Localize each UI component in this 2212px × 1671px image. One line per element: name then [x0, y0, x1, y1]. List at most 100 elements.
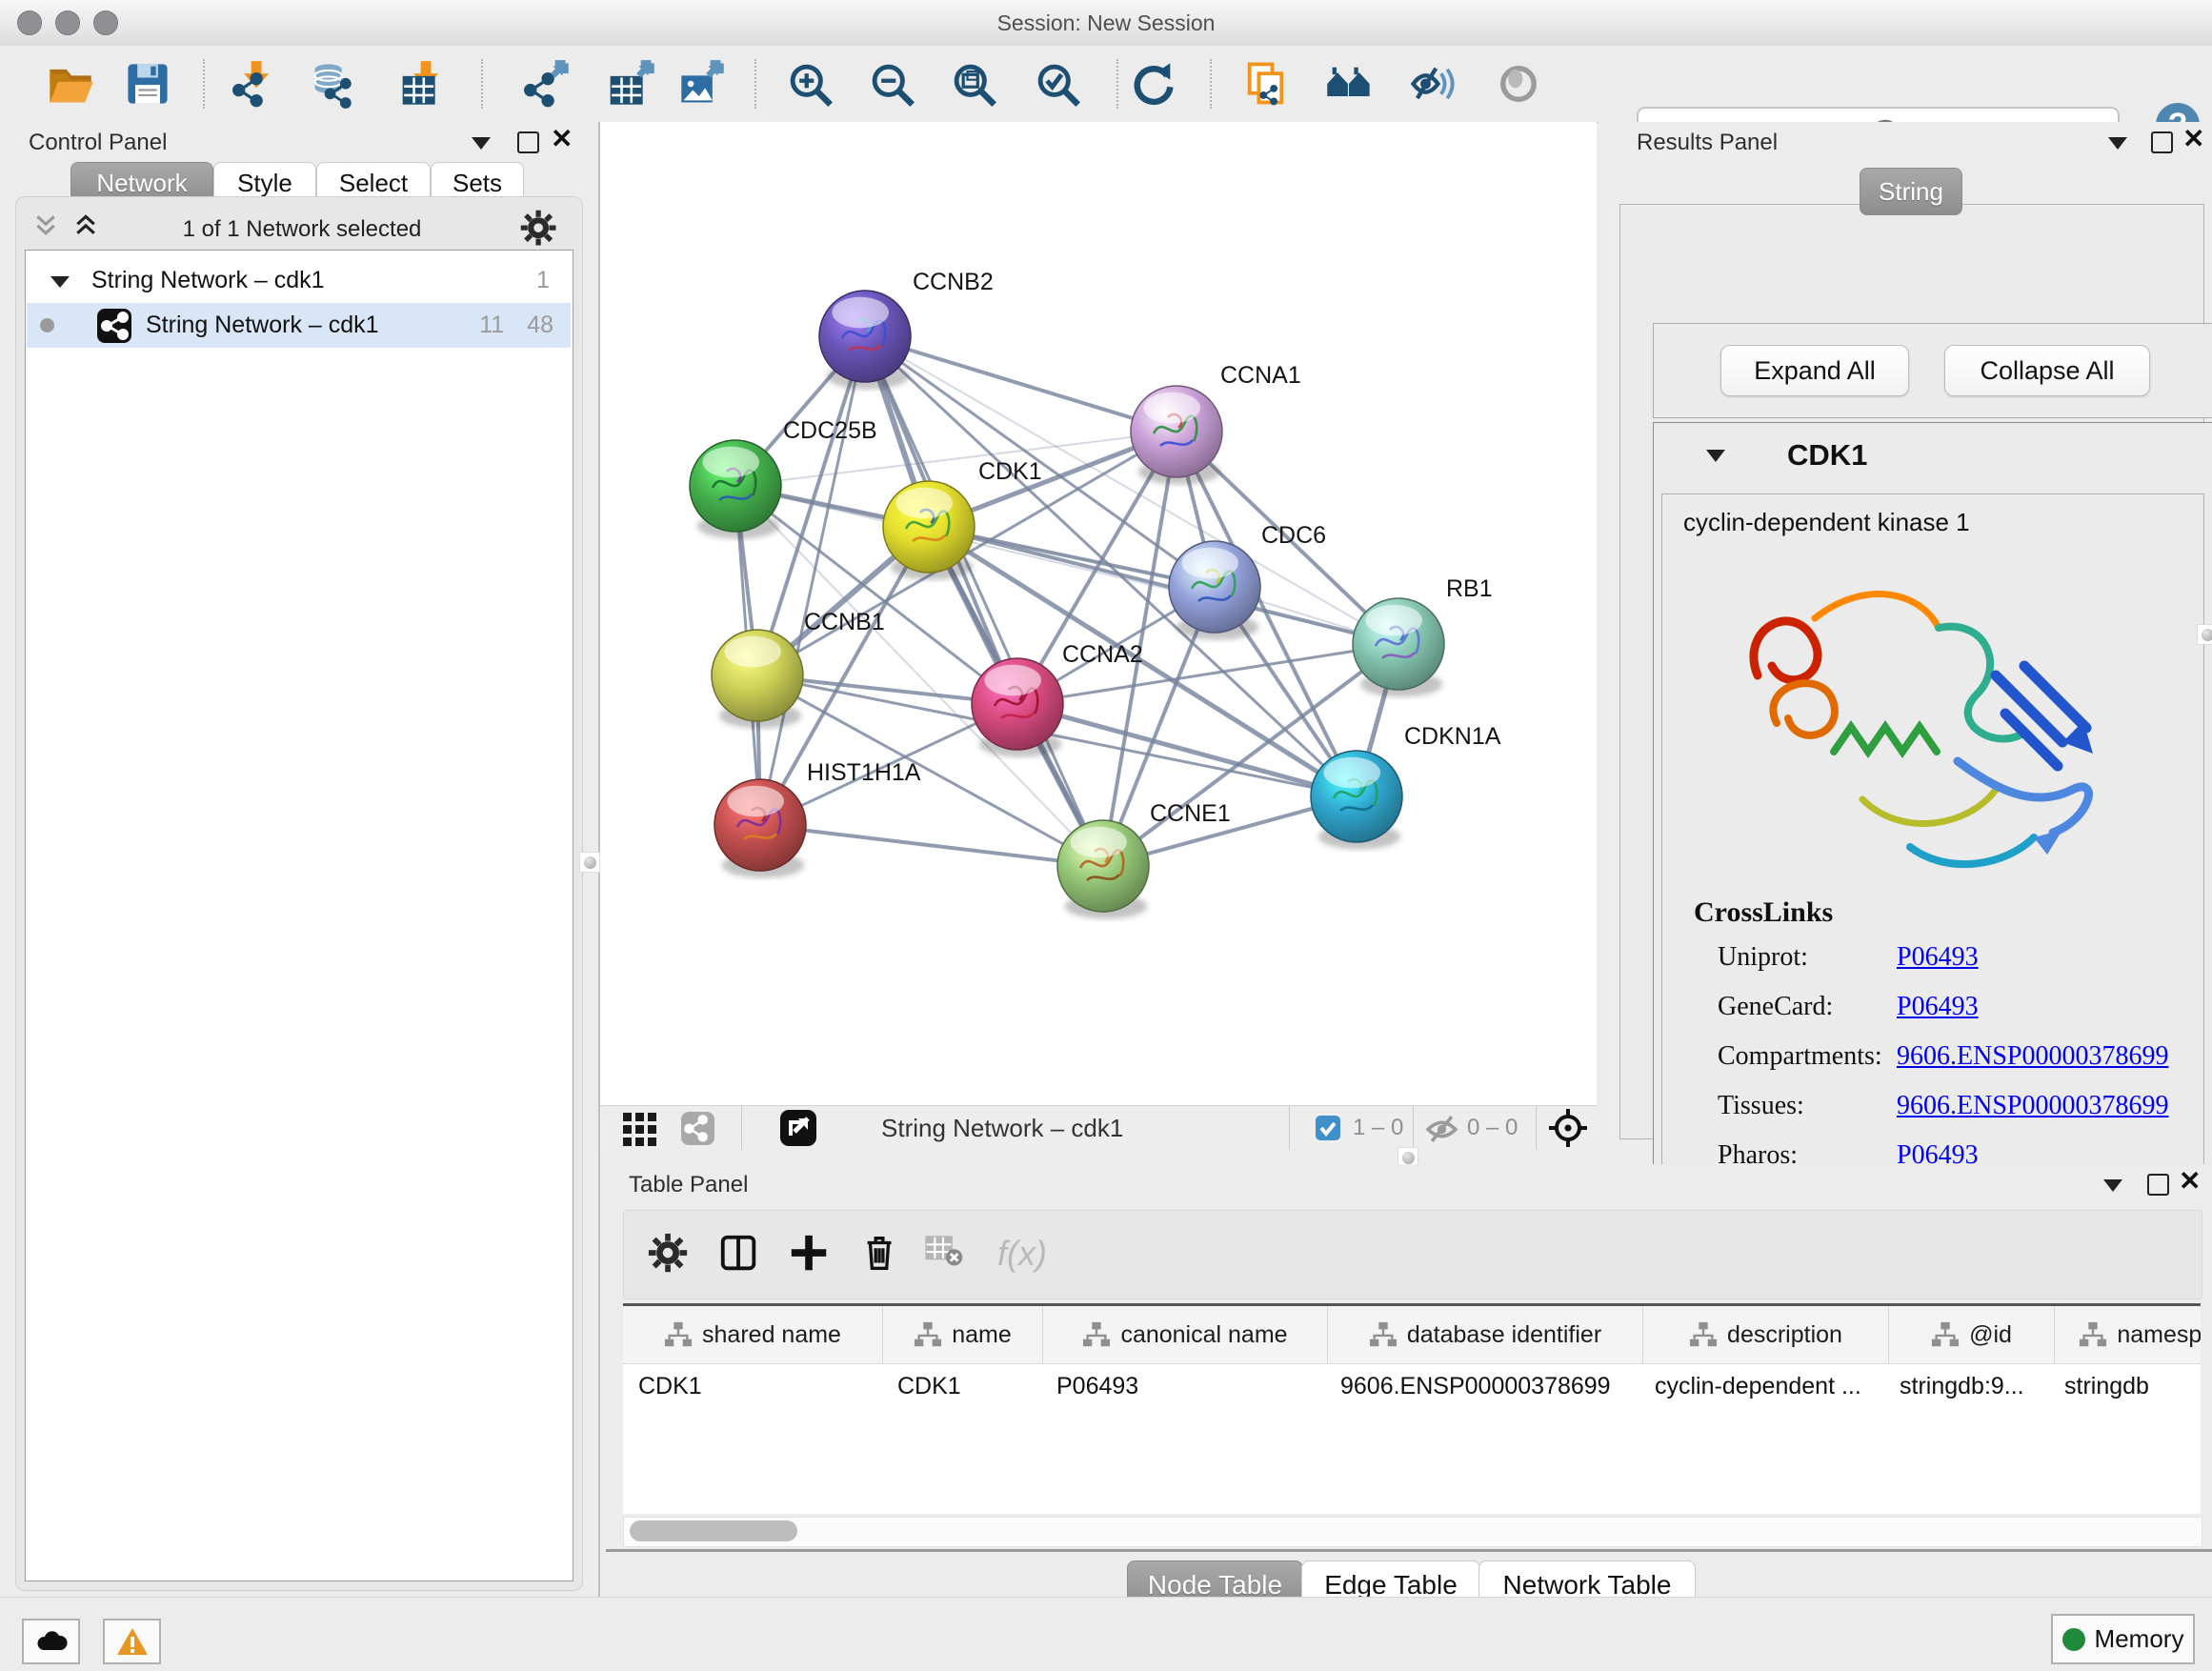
export-network-icon[interactable] — [522, 59, 572, 109]
network-node-hist1h1a[interactable] — [714, 779, 806, 878]
hidden-eye-icon[interactable] — [1425, 1112, 1458, 1145]
show-hide-graphics-icon[interactable] — [1407, 59, 1457, 109]
column-header-canonical-name[interactable]: canonical name — [1043, 1306, 1328, 1363]
table-panel-menu-icon[interactable] — [2103, 1179, 2122, 1192]
refresh-icon[interactable] — [1129, 59, 1178, 109]
window-title: Session: New Session — [0, 10, 2212, 36]
tab-string[interactable]: String — [1860, 168, 1962, 215]
network-node-ccnb1[interactable] — [712, 630, 803, 729]
column-header-name[interactable]: name — [883, 1306, 1043, 1363]
selected-checkbox-icon[interactable] — [1315, 1115, 1341, 1141]
network-node-ccne1[interactable] — [1057, 820, 1149, 919]
clone-network-icon[interactable] — [1241, 59, 1291, 109]
table-cell[interactable]: stringdb:9... — [1884, 1373, 2049, 1400]
table-cell[interactable]: stringdb — [2049, 1373, 2201, 1400]
import-network-icon[interactable] — [231, 59, 280, 109]
birds-eye-view-icon[interactable] — [621, 1111, 656, 1146]
network-row-selected[interactable]: String Network – cdk1 11 48 — [27, 303, 571, 348]
control-panel: Control Panel ✕ Network Style Select Set… — [0, 122, 600, 1597]
collapse-all-networks-icon[interactable] — [31, 211, 68, 247]
table-hscrollbar[interactable] — [623, 1517, 2202, 1547]
column-header-namespace[interactable]: namespace — [2055, 1306, 2201, 1363]
toolbar-separator — [481, 59, 483, 109]
zoom-selected-icon[interactable] — [1033, 59, 1082, 109]
title-bar: Session: New Session — [0, 0, 2212, 47]
warning-button[interactable] — [103, 1619, 161, 1664]
network-collection-row[interactable]: String Network – cdk1 1 — [27, 258, 571, 303]
control-panel-menu-icon[interactable] — [472, 137, 491, 150]
open-session-icon[interactable] — [46, 59, 95, 109]
network-edge[interactable] — [865, 336, 1176, 432]
import-table-icon[interactable] — [400, 59, 450, 109]
right-splitter-handle[interactable] — [2197, 624, 2212, 645]
memory-button[interactable]: Memory — [2051, 1614, 2195, 1664]
network-node-cdc6[interactable] — [1169, 541, 1260, 640]
table-cell[interactable]: 9606.ENSP00000378699 — [1325, 1373, 1639, 1400]
string-view-icon[interactable] — [680, 1111, 715, 1146]
results-panel-menu-icon[interactable] — [2108, 137, 2127, 150]
crosslink-link[interactable]: 9606.ENSP00000378699 — [1897, 1091, 2168, 1121]
zoom-out-icon[interactable] — [867, 59, 916, 109]
table-panel-close-icon[interactable]: ✕ — [2179, 1172, 2201, 1191]
network-node-ccna2[interactable] — [972, 658, 1063, 757]
fit-content-icon[interactable] — [1548, 1108, 1588, 1148]
network-canvas[interactable]: CCNB2 CCNA1 CDC25B CDK1 CDC6 RB1 CCNB1 C… — [600, 122, 1597, 1105]
cdk1-content: cyclin-dependent kinase 1 — [1661, 493, 2204, 1179]
export-table-icon[interactable] — [608, 59, 657, 109]
results-panel-close-icon[interactable]: ✕ — [2182, 130, 2204, 149]
delete-column-icon[interactable] — [858, 1232, 902, 1276]
crosslink-link[interactable]: 9606.ENSP00000378699 — [1897, 1041, 2168, 1072]
collapse-all-button[interactable]: Collapse All — [1944, 345, 2150, 396]
network-node-ccnb2[interactable] — [819, 291, 911, 390]
network-edge[interactable] — [760, 336, 865, 825]
node-label-ccnb2: CCNB2 — [913, 269, 994, 295]
network-node-ccna1[interactable] — [1131, 386, 1222, 485]
left-splitter-handle[interactable] — [579, 852, 600, 873]
table-cell[interactable]: CDK1 — [882, 1373, 1041, 1400]
network-node-cdkn1a[interactable] — [1311, 751, 1402, 850]
node-table[interactable]: shared namenamecanonical namedatabase id… — [623, 1303, 2201, 1514]
network-edge[interactable] — [760, 825, 1103, 866]
table-panel-float-icon[interactable] — [2147, 1174, 2169, 1196]
detach-view-icon[interactable] — [779, 1109, 817, 1147]
control-panel-float-icon[interactable] — [517, 131, 539, 153]
control-panel-close-icon[interactable]: ✕ — [551, 130, 573, 149]
column-header--id[interactable]: @id — [1889, 1306, 2055, 1363]
column-header-shared-name[interactable]: shared name — [623, 1306, 883, 1363]
save-session-icon[interactable] — [123, 59, 172, 109]
table-row[interactable]: CDK1CDK1P064939606.ENSP00000378699cyclin… — [623, 1364, 2201, 1408]
table-gear-icon[interactable] — [647, 1232, 691, 1276]
crosslink-link[interactable]: P06493 — [1897, 992, 1979, 1022]
network-edge[interactable] — [865, 336, 1103, 866]
node-label-cdc25b: CDC25B — [783, 417, 877, 444]
show-columns-icon[interactable] — [717, 1232, 761, 1276]
network-edge[interactable] — [929, 527, 1398, 644]
column-header-description[interactable]: description — [1643, 1306, 1889, 1363]
network-node-rb1[interactable] — [1353, 598, 1444, 697]
memory-label: Memory — [2095, 1624, 2184, 1654]
column-header-database-identifier[interactable]: database identifier — [1328, 1306, 1643, 1363]
import-network-from-database-icon[interactable] — [308, 59, 357, 109]
tree-expander-icon[interactable] — [50, 273, 70, 289]
network-node-cdc25b[interactable] — [690, 440, 781, 539]
table-cell[interactable]: CDK1 — [623, 1373, 882, 1400]
warning-icon — [116, 1627, 149, 1656]
cloud-button[interactable] — [22, 1619, 80, 1664]
network-options-gear-icon[interactable] — [519, 209, 559, 249]
cdk1-collapse-icon[interactable] — [1706, 450, 1725, 462]
network-node-cdk1[interactable] — [883, 481, 975, 580]
first-neighbors-icon[interactable] — [1324, 59, 1374, 109]
results-panel-float-icon[interactable] — [2151, 131, 2173, 153]
table-cell[interactable]: P06493 — [1041, 1373, 1325, 1400]
table-header-row: shared namenamecanonical namedatabase id… — [623, 1306, 2201, 1364]
hscrollbar-thumb[interactable] — [630, 1520, 797, 1541]
add-column-icon[interactable] — [788, 1232, 832, 1276]
table-cell[interactable]: cyclin-dependent ... — [1639, 1373, 1884, 1400]
zoom-in-icon[interactable] — [785, 59, 835, 109]
export-image-icon[interactable] — [677, 59, 727, 109]
expand-all-networks-icon[interactable] — [71, 211, 108, 247]
zoom-fit-icon[interactable] — [949, 59, 998, 109]
expand-all-button[interactable]: Expand All — [1720, 345, 1909, 396]
delete-table-icon — [925, 1232, 969, 1276]
crosslink-link[interactable]: P06493 — [1897, 942, 1979, 973]
